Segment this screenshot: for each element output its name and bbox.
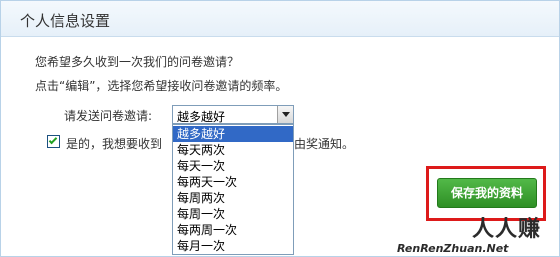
- dropdown-option[interactable]: 越多越好: [173, 126, 293, 142]
- watermark-logo: 人人赚: [472, 217, 542, 242]
- frequency-select[interactable]: 越多越好: [172, 105, 294, 124]
- dropdown-option[interactable]: 每周两次: [173, 190, 293, 206]
- dropdown-toggle-button[interactable]: [277, 106, 293, 123]
- frequency-hint: 点击“编辑”，选择您希望接收问卷邀请的频率。: [35, 79, 288, 93]
- frequency-label: 请发送问卷邀请:: [64, 109, 153, 123]
- chevron-down-icon: [281, 112, 290, 117]
- notify-label-start: 是的，我想要收到: [66, 137, 163, 151]
- settings-panel: 个人信息设置 您希望多久收到一次我们的问卷邀请？ 点击“编辑”，选择您希望接收问…: [0, 0, 560, 257]
- dropdown-option[interactable]: 每周一次: [173, 206, 293, 222]
- dropdown-option[interactable]: 每天一次: [173, 158, 293, 174]
- page-title: 个人信息设置: [20, 12, 111, 30]
- watermark-url: RenRenZhuan.Net: [397, 242, 509, 255]
- dropdown-option[interactable]: 每天两次: [173, 142, 293, 158]
- frequency-dropdown-list: 越多越好 每天两次 每天一次 每两天一次 每周两次 每周一次 每两周一次 每月一…: [172, 124, 294, 255]
- dropdown-option[interactable]: 每两周一次: [173, 222, 293, 238]
- panel-header: 个人信息设置: [1, 1, 559, 37]
- dropdown-option[interactable]: 每两天一次: [173, 174, 293, 190]
- notify-checkbox[interactable]: [47, 135, 60, 148]
- checkmark-icon: [48, 135, 58, 145]
- frequency-question: 您希望多久收到一次我们的问卷邀请？: [35, 55, 240, 69]
- dropdown-option[interactable]: 每月一次: [173, 238, 293, 254]
- frequency-selected-value: 越多越好: [177, 110, 226, 124]
- notify-label-end: 由奖通知。: [294, 137, 355, 151]
- save-button[interactable]: 保存我的资料: [437, 178, 537, 208]
